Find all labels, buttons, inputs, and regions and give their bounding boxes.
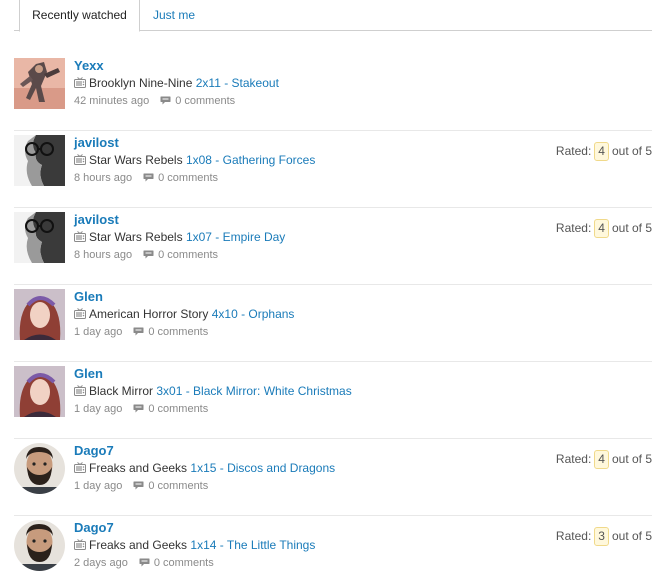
- rating-suffix: out of 5: [611, 221, 652, 235]
- item-meta: 1 day ago 0 comments: [74, 480, 208, 492]
- rating-suffix: out of 5: [611, 529, 652, 543]
- speech-bubble-icon: [143, 250, 154, 259]
- avatar[interactable]: [14, 135, 65, 186]
- timestamp[interactable]: 1 day ago: [74, 480, 122, 492]
- item-meta: 8 hours ago 0 comments: [74, 172, 218, 184]
- speech-bubble-icon: [160, 96, 171, 105]
- tv-icon: [74, 77, 86, 88]
- comments-link[interactable]: 0 comments: [154, 557, 214, 569]
- username-link[interactable]: Glen: [74, 289, 103, 304]
- activity-item-7: Dago7 Freaks and Geeks 1x14 - The Little…: [14, 516, 652, 582]
- activity-item-2: javilost Star Wars Rebels 1x08 - Gatheri…: [14, 131, 652, 208]
- speech-bubble-icon: [143, 173, 154, 182]
- watched-line: Freaks and Geeks 1x14 - The Little Thing…: [74, 538, 315, 552]
- comments-link[interactable]: 0 comments: [158, 249, 218, 261]
- timestamp[interactable]: 2 days ago: [74, 557, 128, 569]
- username-link[interactable]: Dago7: [74, 443, 114, 458]
- episode-link[interactable]: 1x15 - Discos and Dragons: [190, 461, 335, 475]
- tv-icon: [74, 231, 86, 242]
- watched-line: Freaks and Geeks 1x15 - Discos and Drago…: [74, 461, 335, 475]
- avatar[interactable]: [14, 212, 65, 263]
- show-title: Star Wars Rebels: [89, 230, 183, 244]
- rating-suffix: out of 5: [611, 452, 652, 466]
- rating-prefix: Rated:: [555, 529, 592, 543]
- item-meta: 42 minutes ago 0 comments: [74, 95, 235, 107]
- episode-link[interactable]: 1x07 - Empire Day: [186, 230, 285, 244]
- timestamp[interactable]: 8 hours ago: [74, 249, 132, 261]
- timestamp[interactable]: 42 minutes ago: [74, 95, 149, 107]
- rating: Rated: 4 out of 5: [556, 142, 652, 161]
- rating-prefix: Rated:: [555, 221, 592, 235]
- rating-prefix: Rated:: [555, 144, 592, 158]
- speech-bubble-icon: [133, 481, 144, 490]
- item-meta: 8 hours ago 0 comments: [74, 249, 218, 261]
- avatar[interactable]: [14, 366, 65, 417]
- tab-just-me[interactable]: Just me: [153, 0, 195, 31]
- show-title: American Horror Story: [89, 307, 209, 321]
- tab-recently-watched[interactable]: Recently watched: [19, 0, 140, 32]
- username-link[interactable]: Dago7: [74, 520, 114, 535]
- comments-link[interactable]: 0 comments: [158, 172, 218, 184]
- show-title: Brooklyn Nine-Nine: [89, 76, 193, 90]
- activity-item-4: Glen American Horror Story 4x10 - Orphan…: [14, 285, 652, 362]
- rating-badge: 4: [594, 142, 609, 161]
- activity-item-6: Dago7 Freaks and Geeks 1x15 - Discos and…: [14, 439, 652, 516]
- show-title: Freaks and Geeks: [89, 538, 188, 552]
- activity-item-3: javilost Star Wars Rebels 1x07 - Empire …: [14, 208, 652, 285]
- activity-item-1: Yexx Brooklyn Nine-Nine 2x11 - Stakeout …: [14, 54, 652, 131]
- tv-icon: [74, 154, 86, 165]
- username-link[interactable]: Glen: [74, 366, 103, 381]
- show-title: Freaks and Geeks: [89, 461, 188, 475]
- activity-item-5: Glen Black Mirror 3x01 - Black Mirror: W…: [14, 362, 652, 439]
- timestamp[interactable]: 8 hours ago: [74, 172, 132, 184]
- item-meta: 1 day ago 0 comments: [74, 326, 208, 338]
- tv-icon: [74, 462, 86, 473]
- episode-link[interactable]: 1x14 - The Little Things: [190, 538, 315, 552]
- rating-suffix: out of 5: [611, 144, 652, 158]
- speech-bubble-icon: [133, 327, 144, 336]
- rating: Rated: 4 out of 5: [556, 219, 652, 238]
- activity-feed: Yexx Brooklyn Nine-Nine 2x11 - Stakeout …: [14, 54, 652, 582]
- avatar[interactable]: [14, 58, 65, 109]
- watched-line: Brooklyn Nine-Nine 2x11 - Stakeout: [74, 76, 279, 90]
- episode-link[interactable]: 1x08 - Gathering Forces: [186, 153, 315, 167]
- speech-bubble-icon: [133, 404, 144, 413]
- show-title: Black Mirror: [89, 384, 154, 398]
- tv-icon: [74, 308, 86, 319]
- tv-icon: [74, 539, 86, 550]
- comments-link[interactable]: 0 comments: [148, 480, 208, 492]
- episode-link[interactable]: 4x10 - Orphans: [212, 307, 295, 321]
- username-link[interactable]: Yexx: [74, 58, 104, 73]
- rating-badge: 4: [594, 450, 609, 469]
- watched-line: Star Wars Rebels 1x07 - Empire Day: [74, 230, 285, 244]
- timestamp[interactable]: 1 day ago: [74, 403, 122, 415]
- avatar[interactable]: [14, 443, 65, 494]
- speech-bubble-icon: [139, 558, 150, 567]
- tab-bar: Recently watched Just me: [14, 0, 652, 32]
- item-meta: 1 day ago 0 comments: [74, 403, 208, 415]
- rating: Rated: 3 out of 5: [556, 527, 652, 546]
- comments-link[interactable]: 0 comments: [148, 403, 208, 415]
- item-meta: 2 days ago 0 comments: [74, 557, 214, 569]
- username-link[interactable]: javilost: [74, 135, 119, 150]
- episode-link[interactable]: 2x11 - Stakeout: [196, 76, 279, 90]
- watched-line: Star Wars Rebels 1x08 - Gathering Forces: [74, 153, 315, 167]
- tv-icon: [74, 385, 86, 396]
- rating-badge: 4: [594, 219, 609, 238]
- rating: Rated: 4 out of 5: [556, 450, 652, 469]
- timestamp[interactable]: 1 day ago: [74, 326, 122, 338]
- rating-badge: 3: [594, 527, 609, 546]
- show-title: Star Wars Rebels: [89, 153, 183, 167]
- watched-line: Black Mirror 3x01 - Black Mirror: White …: [74, 384, 352, 398]
- avatar[interactable]: [14, 520, 65, 571]
- username-link[interactable]: javilost: [74, 212, 119, 227]
- avatar[interactable]: [14, 289, 65, 340]
- episode-link[interactable]: 3x01 - Black Mirror: White Christmas: [156, 384, 351, 398]
- watched-line: American Horror Story 4x10 - Orphans: [74, 307, 294, 321]
- comments-link[interactable]: 0 comments: [175, 95, 235, 107]
- comments-link[interactable]: 0 comments: [148, 326, 208, 338]
- rating-prefix: Rated:: [555, 452, 592, 466]
